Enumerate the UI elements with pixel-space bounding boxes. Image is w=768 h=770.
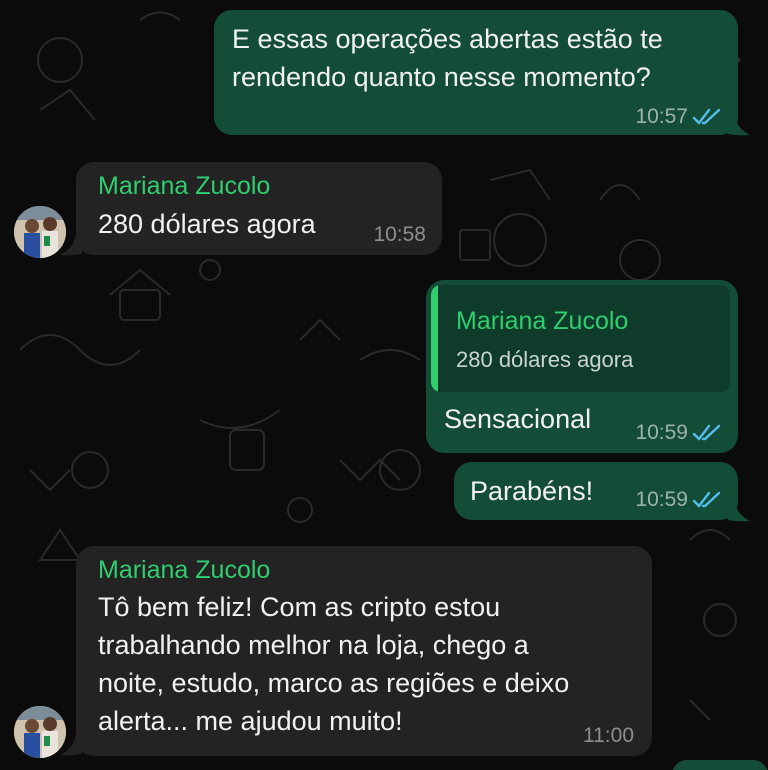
outgoing-message[interactable]: E essas operações abertas estão te rende… [214, 10, 738, 135]
chat-area[interactable]: E essas operações abertas estão te rende… [0, 0, 768, 770]
double-check-read-icon [692, 108, 721, 125]
message-text-line: noite, estudo, marco as regiões e deixo [98, 668, 570, 698]
bubble-tail [728, 500, 750, 522]
message-text-line: 280 dólares agora [98, 209, 316, 239]
double-check-read-icon [692, 491, 721, 508]
quoted-text: 280 dólares agora [456, 347, 634, 372]
message-text-line: E essas operações abertas estão te [232, 24, 663, 54]
message-time: 10:59 [635, 421, 688, 444]
message-meta: 10:59 [635, 488, 722, 512]
sender-name[interactable]: Mariana Zucolo [98, 556, 270, 585]
quote-accent-bar [431, 285, 438, 392]
message-text-line: Sensacional [444, 404, 592, 434]
incoming-message[interactable]: Mariana Zucolo Tô bem feliz! Com as crip… [76, 546, 652, 756]
message-time: 11:00 [583, 724, 634, 747]
message-meta: 11:00 [583, 724, 634, 748]
sender-name[interactable]: Mariana Zucolo [98, 172, 270, 201]
outgoing-message[interactable]: Parabéns! 10:59 [454, 462, 738, 520]
quoted-message[interactable]: Mariana Zucolo 280 dólares agora [431, 285, 730, 392]
message-text-line: Parabéns! [470, 476, 594, 506]
message-text-line: alerta... me ajudou muito! [98, 706, 403, 736]
incoming-message[interactable]: Mariana Zucolo 280 dólares agora 10:58 [76, 162, 442, 255]
outgoing-message[interactable]: Mariana Zucolo 280 dólares agora Sensaci… [426, 280, 738, 453]
bubble-tail [728, 114, 750, 136]
double-check-read-icon [692, 424, 721, 441]
message-text-line: trabalhando melhor na loja, chego a [98, 630, 529, 660]
message-text-line: Tô bem feliz! Com as cripto estou [98, 592, 501, 622]
message-meta: 10:58 [373, 223, 426, 247]
quoted-sender-name: Mariana Zucolo [456, 307, 629, 335]
message-time: 10:59 [635, 488, 688, 511]
message-time: 10:58 [373, 223, 426, 246]
message-time: 10:57 [635, 105, 688, 128]
outgoing-message-partial[interactable] [672, 760, 768, 770]
message-meta: 10:59 [635, 421, 722, 445]
message-meta: 10:57 [635, 105, 722, 129]
message-text-line: rendendo quanto nesse momento? [232, 62, 651, 92]
